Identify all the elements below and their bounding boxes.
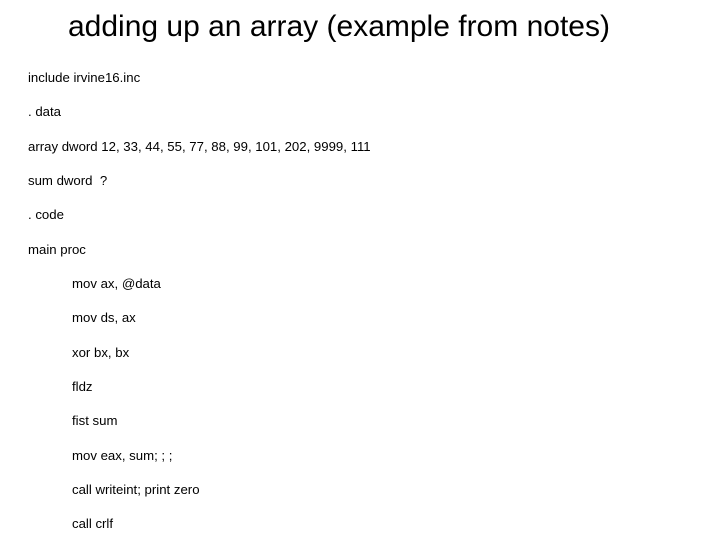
code-line: call writeint; print zero: [28, 481, 692, 498]
code-line: . code: [28, 206, 692, 223]
code-line: fist sum: [28, 412, 692, 429]
code-line: fldz: [28, 378, 692, 395]
code-line: array dword 12, 33, 44, 55, 77, 88, 99, …: [28, 138, 692, 155]
code-line: mov eax, sum; ; ;: [28, 447, 692, 464]
code-line: main proc: [28, 241, 692, 258]
slide-title: adding up an array (example from notes): [68, 10, 692, 44]
code-line: mov ax, @data: [28, 275, 692, 292]
code-line: . data: [28, 103, 692, 120]
slide: adding up an array (example from notes) …: [0, 0, 720, 540]
code-line: include irvine16.inc: [28, 69, 692, 86]
code-line: mov ds, ax: [28, 309, 692, 326]
code-line: call crlf: [28, 515, 692, 532]
code-line: xor bx, bx: [28, 344, 692, 361]
code-line: sum dword ?: [28, 172, 692, 189]
code-block: include irvine16.inc . data array dword …: [28, 52, 692, 540]
